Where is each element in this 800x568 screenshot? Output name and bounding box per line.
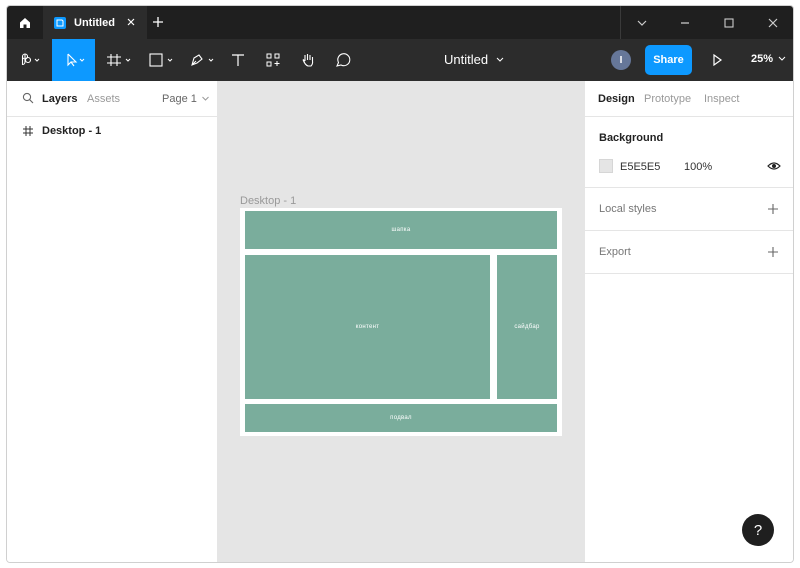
cursor-arrow-icon xyxy=(66,53,84,67)
close-icon xyxy=(768,18,778,27)
chevron-down-icon xyxy=(496,57,504,62)
search-icon[interactable] xyxy=(22,92,34,104)
comment-bubble-icon xyxy=(336,53,351,67)
text-t-icon xyxy=(232,54,244,66)
sidebar-block[interactable]: сайдбар xyxy=(497,255,557,399)
layer-name: Desktop - 1 xyxy=(42,125,102,137)
hand-tool[interactable] xyxy=(297,39,319,81)
properties-tabs: Design Prototype Inspect xyxy=(585,81,793,117)
layer-row[interactable]: Desktop - 1 xyxy=(7,121,218,141)
present-play-icon[interactable] xyxy=(707,50,727,70)
toolbar: Untitled I Share 25% xyxy=(7,39,793,81)
document-title[interactable]: Untitled xyxy=(444,52,504,67)
components-icon xyxy=(266,53,280,67)
move-tool[interactable] xyxy=(52,39,95,81)
file-tab[interactable]: Untitled xyxy=(43,6,147,39)
tab-design[interactable]: Design xyxy=(598,93,635,105)
properties-panel: Design Prototype Inspect Background E5E5… xyxy=(584,81,793,562)
document-title-text: Untitled xyxy=(444,52,489,67)
eye-icon[interactable] xyxy=(767,160,781,172)
export-title: Export xyxy=(599,246,631,258)
shape-tool[interactable] xyxy=(146,39,178,81)
minimize-icon xyxy=(681,21,689,24)
background-title: Background xyxy=(599,132,664,144)
frame-label[interactable]: Desktop - 1 xyxy=(240,195,296,207)
maximize-button[interactable] xyxy=(707,6,751,39)
header-block[interactable]: шапка xyxy=(245,211,557,249)
pen-tool[interactable] xyxy=(187,39,219,81)
frame-tool[interactable] xyxy=(104,39,136,81)
background-color-swatch[interactable] xyxy=(599,159,613,173)
title-bar: Untitled xyxy=(7,6,793,39)
main-menu-button[interactable] xyxy=(13,39,45,81)
local-styles-section: Local styles xyxy=(585,188,793,231)
minimize-button[interactable] xyxy=(663,6,707,39)
chevron-down-icon xyxy=(778,56,786,61)
desktop-frame[interactable]: шапка контент сайдбар подвал xyxy=(240,208,562,436)
dropdown-button[interactable] xyxy=(620,6,664,39)
tab-layers[interactable]: Layers xyxy=(42,93,77,105)
tab-prototype[interactable]: Prototype xyxy=(644,93,691,105)
local-styles-title: Local styles xyxy=(599,203,657,215)
pen-icon xyxy=(191,54,214,66)
share-button[interactable]: Share xyxy=(645,45,692,75)
rectangle-icon xyxy=(149,53,173,67)
maximize-icon xyxy=(724,17,734,28)
add-export-icon[interactable] xyxy=(767,246,779,258)
canvas[interactable]: Desktop - 1 шапка контент сайдбар подвал xyxy=(218,81,584,562)
frame-hash-icon xyxy=(23,126,33,136)
content-block[interactable]: контент xyxy=(245,255,490,399)
figma-window: Untitled Untitled I Share 25% Layers Ass… xyxy=(6,5,794,563)
frame-hash-icon xyxy=(107,54,131,66)
layers-panel-header: Layers Assets Page 1 xyxy=(7,81,218,117)
add-style-icon[interactable] xyxy=(767,203,779,215)
comment-tool[interactable] xyxy=(332,39,354,81)
figma-logo-icon xyxy=(21,53,40,66)
chevron-down-icon xyxy=(202,96,209,101)
home-button[interactable] xyxy=(7,6,43,39)
chevron-down-icon xyxy=(637,20,647,26)
zoom-value: 25% xyxy=(751,53,774,65)
background-section: Background E5E5E5 100% xyxy=(585,117,793,188)
new-tab-icon[interactable] xyxy=(150,14,166,30)
page-name: Page 1 xyxy=(162,93,197,105)
export-section: Export xyxy=(585,231,793,274)
background-opacity-value[interactable]: 100% xyxy=(684,161,712,173)
background-hex-value[interactable]: E5E5E5 xyxy=(620,161,660,173)
help-button[interactable]: ? xyxy=(742,514,774,546)
footer-block[interactable]: подвал xyxy=(245,404,557,432)
user-avatar[interactable]: I xyxy=(611,50,631,70)
hand-icon xyxy=(302,54,314,67)
tab-assets[interactable]: Assets xyxy=(87,93,120,105)
zoom-control[interactable]: 25% xyxy=(751,53,787,65)
tab-inspect[interactable]: Inspect xyxy=(704,93,739,105)
file-icon xyxy=(54,16,66,29)
home-icon xyxy=(20,17,30,28)
page-selector[interactable]: Page 1 xyxy=(162,93,210,105)
tab-title: Untitled xyxy=(74,16,115,29)
close-window-button[interactable] xyxy=(751,6,793,39)
text-tool[interactable] xyxy=(227,39,249,81)
resources-tool[interactable] xyxy=(262,39,284,81)
layers-panel: Layers Assets Page 1 Desktop - 1 xyxy=(7,81,218,562)
close-tab-icon[interactable] xyxy=(125,16,137,28)
